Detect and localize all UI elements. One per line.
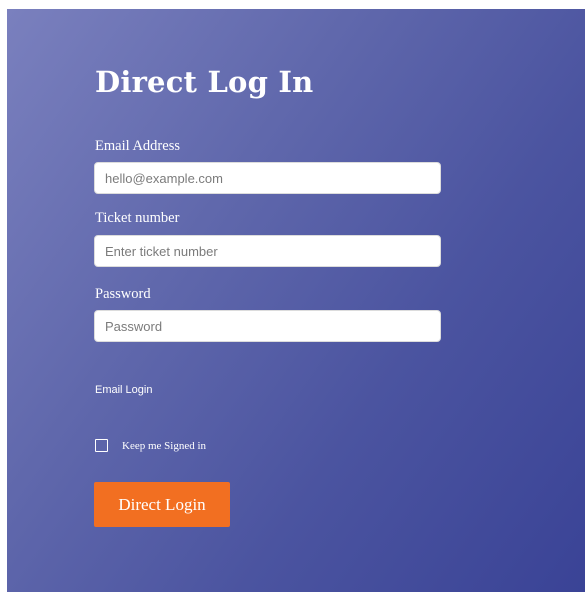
- keep-signed-in-row: Keep me Signed in: [95, 439, 206, 452]
- keep-signed-in-label: Keep me Signed in: [122, 439, 207, 452]
- password-input[interactable]: [94, 310, 441, 342]
- password-label: Password: [95, 286, 151, 302]
- unchecked-checkbox-icon[interactable]: [95, 439, 108, 452]
- login-panel: Direct Log In Email Address Ticket numbe…: [7, 9, 585, 592]
- ticket-number-input[interactable]: [94, 235, 441, 267]
- ticket-label: Ticket number: [95, 210, 180, 226]
- email-input[interactable]: [94, 162, 441, 194]
- form-title: Direct Log In: [95, 65, 314, 99]
- email-login-link[interactable]: Email Login: [95, 384, 152, 396]
- direct-login-button[interactable]: Direct Login: [94, 482, 230, 527]
- email-label: Email Address: [95, 138, 180, 154]
